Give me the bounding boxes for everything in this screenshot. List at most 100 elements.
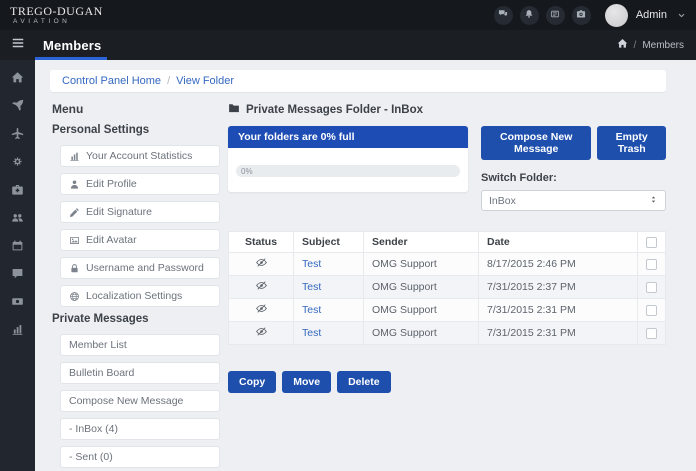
column-header-date: Date — [479, 232, 638, 253]
globe-icon — [69, 291, 80, 302]
breadcrumb-separator: / — [167, 75, 170, 87]
progress-label: 0% — [241, 167, 253, 176]
column-header-select — [638, 232, 666, 253]
message-sender: OMG Support — [364, 322, 479, 345]
money-icon[interactable] — [11, 295, 24, 308]
select-arrows-icon — [649, 195, 658, 207]
table-row: Test OMG Support 7/31/2015 2:31 PM — [229, 322, 666, 345]
private-messages-list: Member List Bulletin Board Compose New M… — [50, 334, 220, 471]
delete-button[interactable]: Delete — [337, 371, 391, 393]
home-icon[interactable] — [617, 38, 628, 52]
menu-item-edit-avatar[interactable]: Edit Avatar — [60, 229, 220, 251]
top-banner: TREGO-DUGAN AVIATION Admin — [0, 0, 696, 30]
avatar — [605, 4, 628, 27]
page-title: Members — [43, 38, 101, 53]
message-subject-link[interactable]: Test — [302, 304, 321, 316]
menu-item-compose-new-message[interactable]: Compose New Message — [60, 390, 220, 412]
notifications-button[interactable] — [520, 6, 539, 25]
menu-item-member-list[interactable]: Member List — [60, 334, 220, 356]
eye-slash-icon — [256, 257, 267, 268]
message-subject-link[interactable]: Test — [302, 327, 321, 339]
main-layout: Control Panel Home / View Folder Menu Pe… — [0, 60, 696, 471]
navbar-breadcrumb: / Members — [617, 38, 684, 52]
select-all-checkbox[interactable] — [646, 237, 657, 248]
message-sender: OMG Support — [364, 299, 479, 322]
row-checkbox[interactable] — [646, 305, 657, 316]
menu-item-bulletin-board[interactable]: Bulletin Board — [60, 362, 220, 384]
gears-icon[interactable] — [11, 155, 24, 168]
switch-folder-select[interactable]: InBox — [481, 190, 666, 211]
bulk-actions: Copy Move Delete — [228, 371, 666, 393]
menu-item-label: Edit Signature — [86, 206, 152, 218]
menu-item-account-statistics[interactable]: Your Account Statistics — [60, 145, 220, 167]
table-row: Test OMG Support 7/31/2015 2:37 PM — [229, 276, 666, 299]
breadcrumb-separator: / — [634, 40, 637, 51]
bar-chart-icon[interactable] — [11, 323, 24, 336]
menu-item-inbox[interactable]: - InBox (4) — [60, 418, 220, 440]
user-menu[interactable]: Admin — [591, 4, 686, 27]
folder-view-title: Private Messages Folder - InBox — [246, 104, 423, 116]
menu-item-edit-profile[interactable]: Edit Profile — [60, 173, 220, 195]
briefcase-medical-icon[interactable] — [11, 183, 24, 196]
column-header-subject: Subject — [294, 232, 364, 253]
menu-item-label: Edit Profile — [86, 178, 137, 190]
newspaper-icon — [550, 6, 560, 24]
breadcrumb-current-link[interactable]: View Folder — [176, 75, 234, 87]
camera-button[interactable] — [572, 6, 591, 25]
table-row: Test OMG Support 7/31/2015 2:31 PM — [229, 299, 666, 322]
row-checkbox[interactable] — [646, 259, 657, 270]
breadcrumb-current: Members — [642, 40, 684, 51]
copy-button[interactable]: Copy — [228, 371, 276, 393]
menu-toggle-button[interactable] — [0, 36, 35, 55]
row-checkbox[interactable] — [646, 328, 657, 339]
bell-icon — [524, 6, 534, 24]
user-icon — [69, 179, 80, 190]
message-subject-link[interactable]: Test — [302, 258, 321, 270]
menu-item-sent[interactable]: - Sent (0) — [60, 446, 220, 468]
news-button[interactable] — [546, 6, 565, 25]
menu-item-localization[interactable]: Localization Settings — [60, 285, 220, 307]
menu-item-username-password[interactable]: Username and Password — [60, 257, 220, 279]
breadcrumb-home-link[interactable]: Control Panel Home — [62, 75, 161, 87]
message-sender: OMG Support — [364, 276, 479, 299]
personal-settings-heading: Personal Settings — [52, 124, 220, 136]
table-header-row: Status Subject Sender Date — [229, 232, 666, 253]
menu-item-label: Your Account Statistics — [86, 150, 192, 162]
message-sender: OMG Support — [364, 253, 479, 276]
menu-item-edit-signature[interactable]: Edit Signature — [60, 201, 220, 223]
private-messages-heading: Private Messages — [52, 313, 220, 325]
message-subject-link[interactable]: Test — [302, 281, 321, 293]
plane-alt-icon[interactable] — [11, 127, 24, 140]
comments-button[interactable] — [494, 6, 513, 25]
row-checkbox[interactable] — [646, 282, 657, 293]
empty-trash-button[interactable]: Empty Trash — [597, 126, 666, 160]
users-icon[interactable] — [11, 211, 24, 224]
chevron-down-icon — [677, 11, 686, 20]
switch-folder-selected: InBox — [489, 195, 516, 207]
move-button[interactable]: Move — [282, 371, 331, 393]
menu-item-label: Member List — [69, 339, 127, 351]
menu-sidebar: Menu Personal Settings Your Account Stat… — [50, 100, 220, 471]
message-date: 7/31/2015 2:37 PM — [479, 276, 638, 299]
menu-item-label: Edit Avatar — [86, 234, 137, 246]
comment-icon[interactable] — [11, 267, 24, 280]
plane-icon[interactable] — [11, 99, 24, 112]
folder-usage-card: Your folders are 0% full 0% — [228, 126, 468, 192]
breadcrumb: Control Panel Home / View Folder — [50, 70, 666, 92]
eye-slash-icon — [256, 326, 267, 337]
menu-title: Menu — [52, 102, 220, 116]
compose-new-message-button[interactable]: Compose New Message — [481, 126, 591, 160]
brand-logo[interactable]: TREGO-DUGAN AVIATION — [10, 5, 103, 26]
column-header-status: Status — [229, 232, 294, 253]
home-icon[interactable] — [11, 71, 24, 84]
navbar: Members / Members — [0, 30, 696, 60]
folder-icon — [228, 102, 240, 117]
message-date: 7/31/2015 2:31 PM — [479, 299, 638, 322]
folder-view-title-row: Private Messages Folder - InBox — [228, 102, 666, 117]
menu-item-label: - InBox (4) — [69, 423, 118, 435]
hamburger-icon — [11, 36, 25, 55]
message-date: 7/31/2015 2:31 PM — [479, 322, 638, 345]
brand-subtitle: AVIATION — [10, 19, 103, 26]
calendar-icon[interactable] — [11, 239, 24, 252]
switch-folder-label: Switch Folder: — [481, 172, 666, 184]
